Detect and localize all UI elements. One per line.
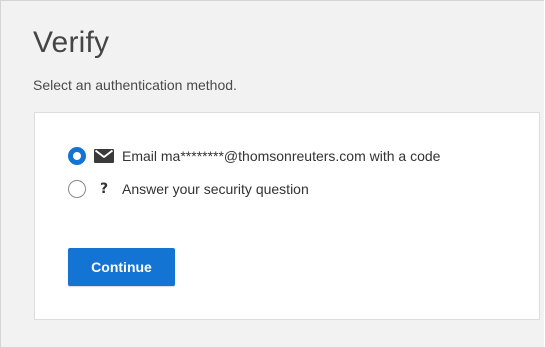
page-title: Verify [33,26,110,59]
email-option-radio[interactable] [68,147,86,165]
auth-method-card: Email ma********@thomsonreuters.com with… [34,112,540,320]
question-mark-icon: ? [99,181,109,197]
page-subtitle: Select an authentication method. [33,77,237,93]
envelope-icon [94,149,114,163]
security-question-option-radio[interactable] [68,180,86,198]
auth-option-security-question[interactable]: ? Answer your security question [68,178,309,200]
security-question-option-label[interactable]: Answer your security question [122,180,309,198]
continue-button[interactable]: Continue [68,248,175,286]
email-option-label[interactable]: Email ma********@thomsonreuters.com with… [122,147,440,165]
verify-panel: Verify Select an authentication method. … [0,0,544,347]
auth-option-email[interactable]: Email ma********@thomsonreuters.com with… [68,145,440,167]
